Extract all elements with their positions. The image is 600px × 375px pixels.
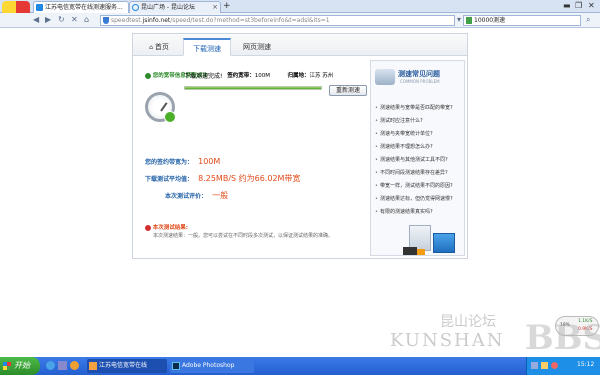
tab-speedtest-label: 江苏电信宽带在线测速服务... (45, 4, 123, 11)
conclusion-title: 本次测试结果: (152, 225, 188, 231)
average-label: 下载测试平均值： (145, 176, 194, 183)
search-icon[interactable]: ⌕ (586, 15, 590, 25)
tray-network-icon[interactable] (531, 362, 538, 369)
tab-home[interactable]: ⌂ 首页 (137, 38, 181, 56)
taskbar-item-browser[interactable]: 江苏电信宽带在线 (87, 359, 167, 373)
speedtest-panel: ⌂ 首页 下载测速 网页测速 您的宽带信息获取成功 签约宽带：100M 归属地：… (132, 33, 468, 259)
contract-result-value: 100M (198, 157, 221, 166)
conclusion-block: 本次测试结果: 本次测速结果：一般。您可以尝试在不同时段多次测试，以保证测试结果… (145, 223, 365, 240)
faq-item[interactable]: 测速结果与宽带是否匹配的带宽? (375, 105, 453, 112)
dark-base-graphic (403, 247, 417, 255)
forward-icon[interactable]: ▶ (45, 15, 51, 25)
search-input[interactable]: 10000测速 (463, 15, 581, 26)
tab-web-test-label: 网页测速 (243, 43, 271, 51)
home-label: 归属地： (287, 73, 310, 79)
broadband-info-row: 您的宽带信息获取成功 签约宽带：100M 归属地：江苏 苏州 (145, 71, 333, 79)
faq-item[interactable]: 不同时间段测速结果存在差异? (375, 170, 448, 177)
tray-volume-icon[interactable] (541, 362, 548, 369)
tab-close-icon[interactable]: × (212, 2, 218, 13)
contract-result-label: 您的签约带宽为： (145, 159, 194, 166)
watermark-bbs: BBS (525, 318, 600, 358)
warning-icon (145, 224, 151, 231)
tab-speedtest[interactable]: 江苏电信宽带在线测速服务... (33, 1, 129, 13)
faq-item[interactable]: 测速结果达标，但仍觉得网速慢? (375, 196, 453, 203)
url-prefix: speedtest. (111, 17, 143, 24)
browser-tab-bar: 江苏电信宽带在线测速服务... 昆山广场 - 昆山论坛 × + ▬ ❐ ✕ (0, 0, 600, 13)
taskbar-item-photoshop[interactable]: Adobe Photoshop (170, 359, 254, 373)
taskbar: 开始 江苏电信宽带在线 Adobe Photoshop 15:12 (0, 357, 600, 375)
faq-title: 测速常见问题 (398, 70, 440, 78)
quicklaunch-ie-icon[interactable] (46, 361, 55, 370)
faq-panel: 测速常见问题 COMMON PROBLEM 测速结果与宽带是否匹配的带宽? 测试… (370, 60, 465, 256)
page-tab-bar: ⌂ 首页 下载测速 网页测速 (133, 34, 467, 56)
faq-item[interactable]: 测试时应注意什么? (375, 118, 423, 125)
ie-icon (132, 4, 139, 11)
page-viewport: ⌂ 首页 下载测速 网页测速 您的宽带信息获取成功 签约宽带：100M 归属地：… (0, 29, 600, 357)
quicklaunch-desktop-icon[interactable] (58, 361, 67, 370)
chart-graphic (433, 233, 455, 253)
orange-base-graphic (417, 249, 425, 255)
check-badge-icon (164, 111, 176, 123)
speedometer-icon (145, 92, 176, 123)
taskbar-item-photoshop-label: Adobe Photoshop (182, 362, 235, 369)
conclusion-text: 本次测速结果：一般。您可以尝试在不同时段多次测试，以保证测试结果的准确。 (153, 233, 334, 239)
faq-icon (375, 69, 395, 85)
test-status: 下载测速完成! (184, 73, 223, 80)
minimize-button[interactable]: ▬ (563, 1, 571, 11)
faq-subtitle: COMMON PROBLEM (400, 79, 440, 84)
clock[interactable]: 15:12 (577, 361, 594, 368)
back-icon[interactable]: ◀ (33, 15, 39, 25)
success-check-icon (145, 72, 151, 79)
close-window-button[interactable]: ✕ (588, 1, 595, 11)
search-value: 10000测速 (474, 17, 506, 24)
faq-item[interactable]: 有限的测速结果真实吗? (375, 209, 433, 216)
url-path: /speed/test.do?method=st3beforeinfo&t=ad… (170, 17, 330, 24)
progress-fill (185, 87, 321, 89)
faq-item[interactable]: 测速结果与其他测试工具不同? (375, 157, 448, 164)
faq-item[interactable]: 测速与夹带宽统计单位? (375, 131, 433, 138)
dropdown-icon[interactable]: ▾ (457, 15, 461, 25)
download-progress-bar (184, 86, 322, 90)
rating-value: 一般 (212, 191, 229, 200)
browser-task-icon (89, 362, 97, 370)
refresh-icon[interactable]: ↻ (58, 15, 65, 25)
stop-icon[interactable]: ✕ (71, 15, 78, 25)
tab-download-test-label: 下载测速 (193, 45, 221, 53)
start-button[interactable]: 开始 (0, 357, 40, 375)
new-tab-button[interactable]: + (223, 1, 231, 12)
contract-value: 100M (254, 73, 271, 79)
system-tray: 15:12 (526, 357, 600, 375)
start-label: 开始 (14, 361, 30, 370)
retest-button[interactable]: 重新测速 (329, 85, 367, 96)
tab-web-test[interactable]: 网页测速 (233, 38, 281, 56)
navigation-bar: ◀ ▶ ↻ ✕ ⌂ speedtest.jsinfo.net/speed/tes… (0, 13, 600, 28)
quicklaunch-media-icon[interactable] (70, 361, 79, 370)
maximize-button[interactable]: ❐ (575, 1, 582, 11)
average-value: 8.25MB/S 约为66.02M带宽 (198, 174, 301, 183)
rating-label: 本次测试评价： (165, 193, 208, 200)
url-host: jsinfo.net (142, 17, 171, 24)
search-engine-icon (466, 17, 472, 24)
home-icon[interactable]: ⌂ (84, 15, 89, 25)
faq-item[interactable]: 带宽一样，测试结果不同的原因? (375, 183, 453, 190)
shield-icon (103, 17, 109, 24)
windows-logo-icon (3, 362, 11, 370)
home-value: 江苏 苏州 (309, 73, 334, 79)
tab-kunshan-forum-label: 昆山广场 - 昆山论坛 (141, 4, 195, 11)
tab-download-test[interactable]: 下载测速 (183, 38, 231, 56)
results-block: 您的签约带宽为： 100M 下载测试平均值： 8.25MB/S 约为66.02M… (145, 149, 301, 200)
photoshop-icon (172, 362, 180, 370)
watermark-en: KUNSHAN (390, 330, 505, 351)
tab-kunshan-forum[interactable]: 昆山广场 - 昆山论坛 × (129, 1, 221, 13)
page-favicon (36, 4, 43, 11)
taskbar-item-browser-label: 江苏电信宽带在线 (99, 362, 148, 369)
tab-home-label: 首页 (154, 43, 169, 51)
address-bar[interactable]: speedtest.jsinfo.net/speed/test.do?metho… (100, 15, 455, 26)
contract-label: 签约宽带： (227, 73, 255, 79)
faq-item[interactable]: 测速结果不理想怎么办? (375, 144, 433, 151)
tray-antivirus-icon[interactable] (551, 362, 558, 369)
watermark-cn: 昆山论坛 (440, 314, 496, 330)
